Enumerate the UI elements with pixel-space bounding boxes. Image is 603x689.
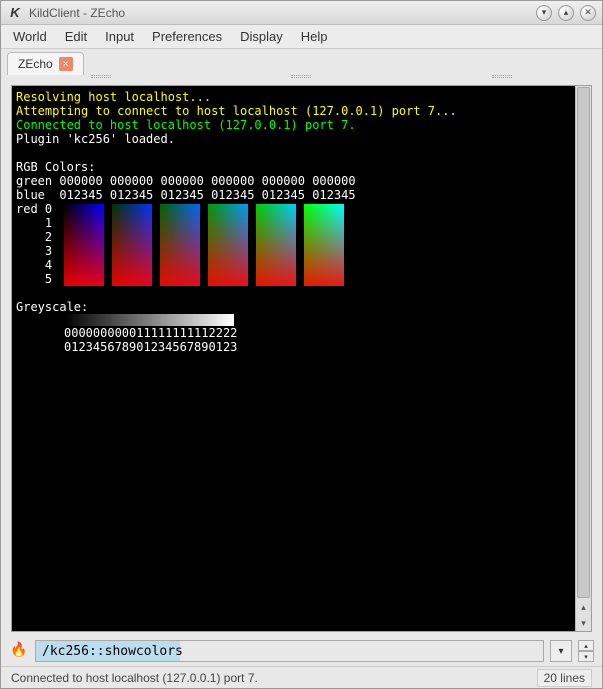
greyscale-index-1: 000000000011111111112222 bbox=[64, 326, 571, 340]
menu-edit[interactable]: Edit bbox=[57, 27, 95, 46]
minimize-button[interactable]: ▾ bbox=[536, 5, 552, 21]
tab-close-icon[interactable]: × bbox=[59, 57, 73, 71]
tabbar: ZEcho × bbox=[1, 49, 602, 75]
content-area: Resolving host localhost...Attempting to… bbox=[11, 85, 592, 632]
step-up-icon[interactable]: ▴ bbox=[578, 640, 594, 651]
history-dropdown-button[interactable]: ▾ bbox=[550, 640, 572, 662]
titlebar: K KildClient - ZEcho ▾ ▴ ✕ bbox=[1, 1, 602, 25]
menu-help[interactable]: Help bbox=[293, 27, 336, 46]
terminal-line: Attempting to connect to host localhost … bbox=[16, 104, 571, 118]
window-buttons: ▾ ▴ ✕ bbox=[536, 5, 596, 21]
fire-icon[interactable]: 🔥 bbox=[9, 641, 29, 661]
color-cube bbox=[304, 204, 344, 286]
color-cube bbox=[112, 204, 152, 286]
statusbar: Connected to host localhost (127.0.0.1) … bbox=[1, 666, 602, 688]
menubar: World Edit Input Preferences Display Hel… bbox=[1, 25, 602, 49]
lines-count: 20 lines bbox=[537, 669, 592, 687]
scroll-down-icon[interactable]: ▾ bbox=[576, 615, 591, 631]
greyscale-label: Greyscale: bbox=[16, 300, 571, 314]
input-row: 🔥 ▾ ▴ ▾ bbox=[1, 636, 602, 666]
scrollbar[interactable]: ▴ ▾ bbox=[575, 86, 591, 631]
status-text: Connected to host localhost (127.0.0.1) … bbox=[11, 671, 258, 685]
menu-world[interactable]: World bbox=[5, 27, 55, 46]
terminal-line bbox=[16, 146, 571, 160]
scroll-thumb[interactable] bbox=[577, 87, 590, 598]
terminal-line: Connected to host localhost (127.0.0.1) … bbox=[16, 118, 571, 132]
greyscale-gradient bbox=[64, 314, 234, 326]
menu-preferences[interactable]: Preferences bbox=[144, 27, 230, 46]
terminal-output[interactable]: Resolving host localhost...Attempting to… bbox=[12, 86, 575, 631]
menu-display[interactable]: Display bbox=[232, 27, 291, 46]
menu-input[interactable]: Input bbox=[97, 27, 142, 46]
terminal-line: RGB Colors: bbox=[16, 160, 571, 174]
maximize-button[interactable]: ▴ bbox=[558, 5, 574, 21]
tab-zecho[interactable]: ZEcho × bbox=[7, 52, 84, 75]
terminal-line: Resolving host localhost... bbox=[16, 90, 571, 104]
command-input[interactable] bbox=[35, 640, 544, 662]
lines-stepper[interactable]: ▴ ▾ bbox=[578, 640, 594, 662]
terminal-line: Plugin 'kc256' loaded. bbox=[16, 132, 571, 146]
app-icon: K bbox=[7, 5, 23, 21]
close-button[interactable]: ✕ bbox=[580, 5, 596, 21]
window-title: KildClient - ZEcho bbox=[29, 6, 536, 20]
greyscale-index-2: 012345678901234567890123 bbox=[64, 340, 571, 354]
pane-grip[interactable] bbox=[1, 75, 602, 81]
step-down-icon[interactable]: ▾ bbox=[578, 651, 594, 662]
tab-label: ZEcho bbox=[18, 57, 53, 71]
color-cube bbox=[64, 204, 104, 286]
color-cube bbox=[256, 204, 296, 286]
scroll-up-icon[interactable]: ▴ bbox=[576, 599, 591, 615]
color-cube bbox=[160, 204, 200, 286]
color-cube bbox=[208, 204, 248, 286]
